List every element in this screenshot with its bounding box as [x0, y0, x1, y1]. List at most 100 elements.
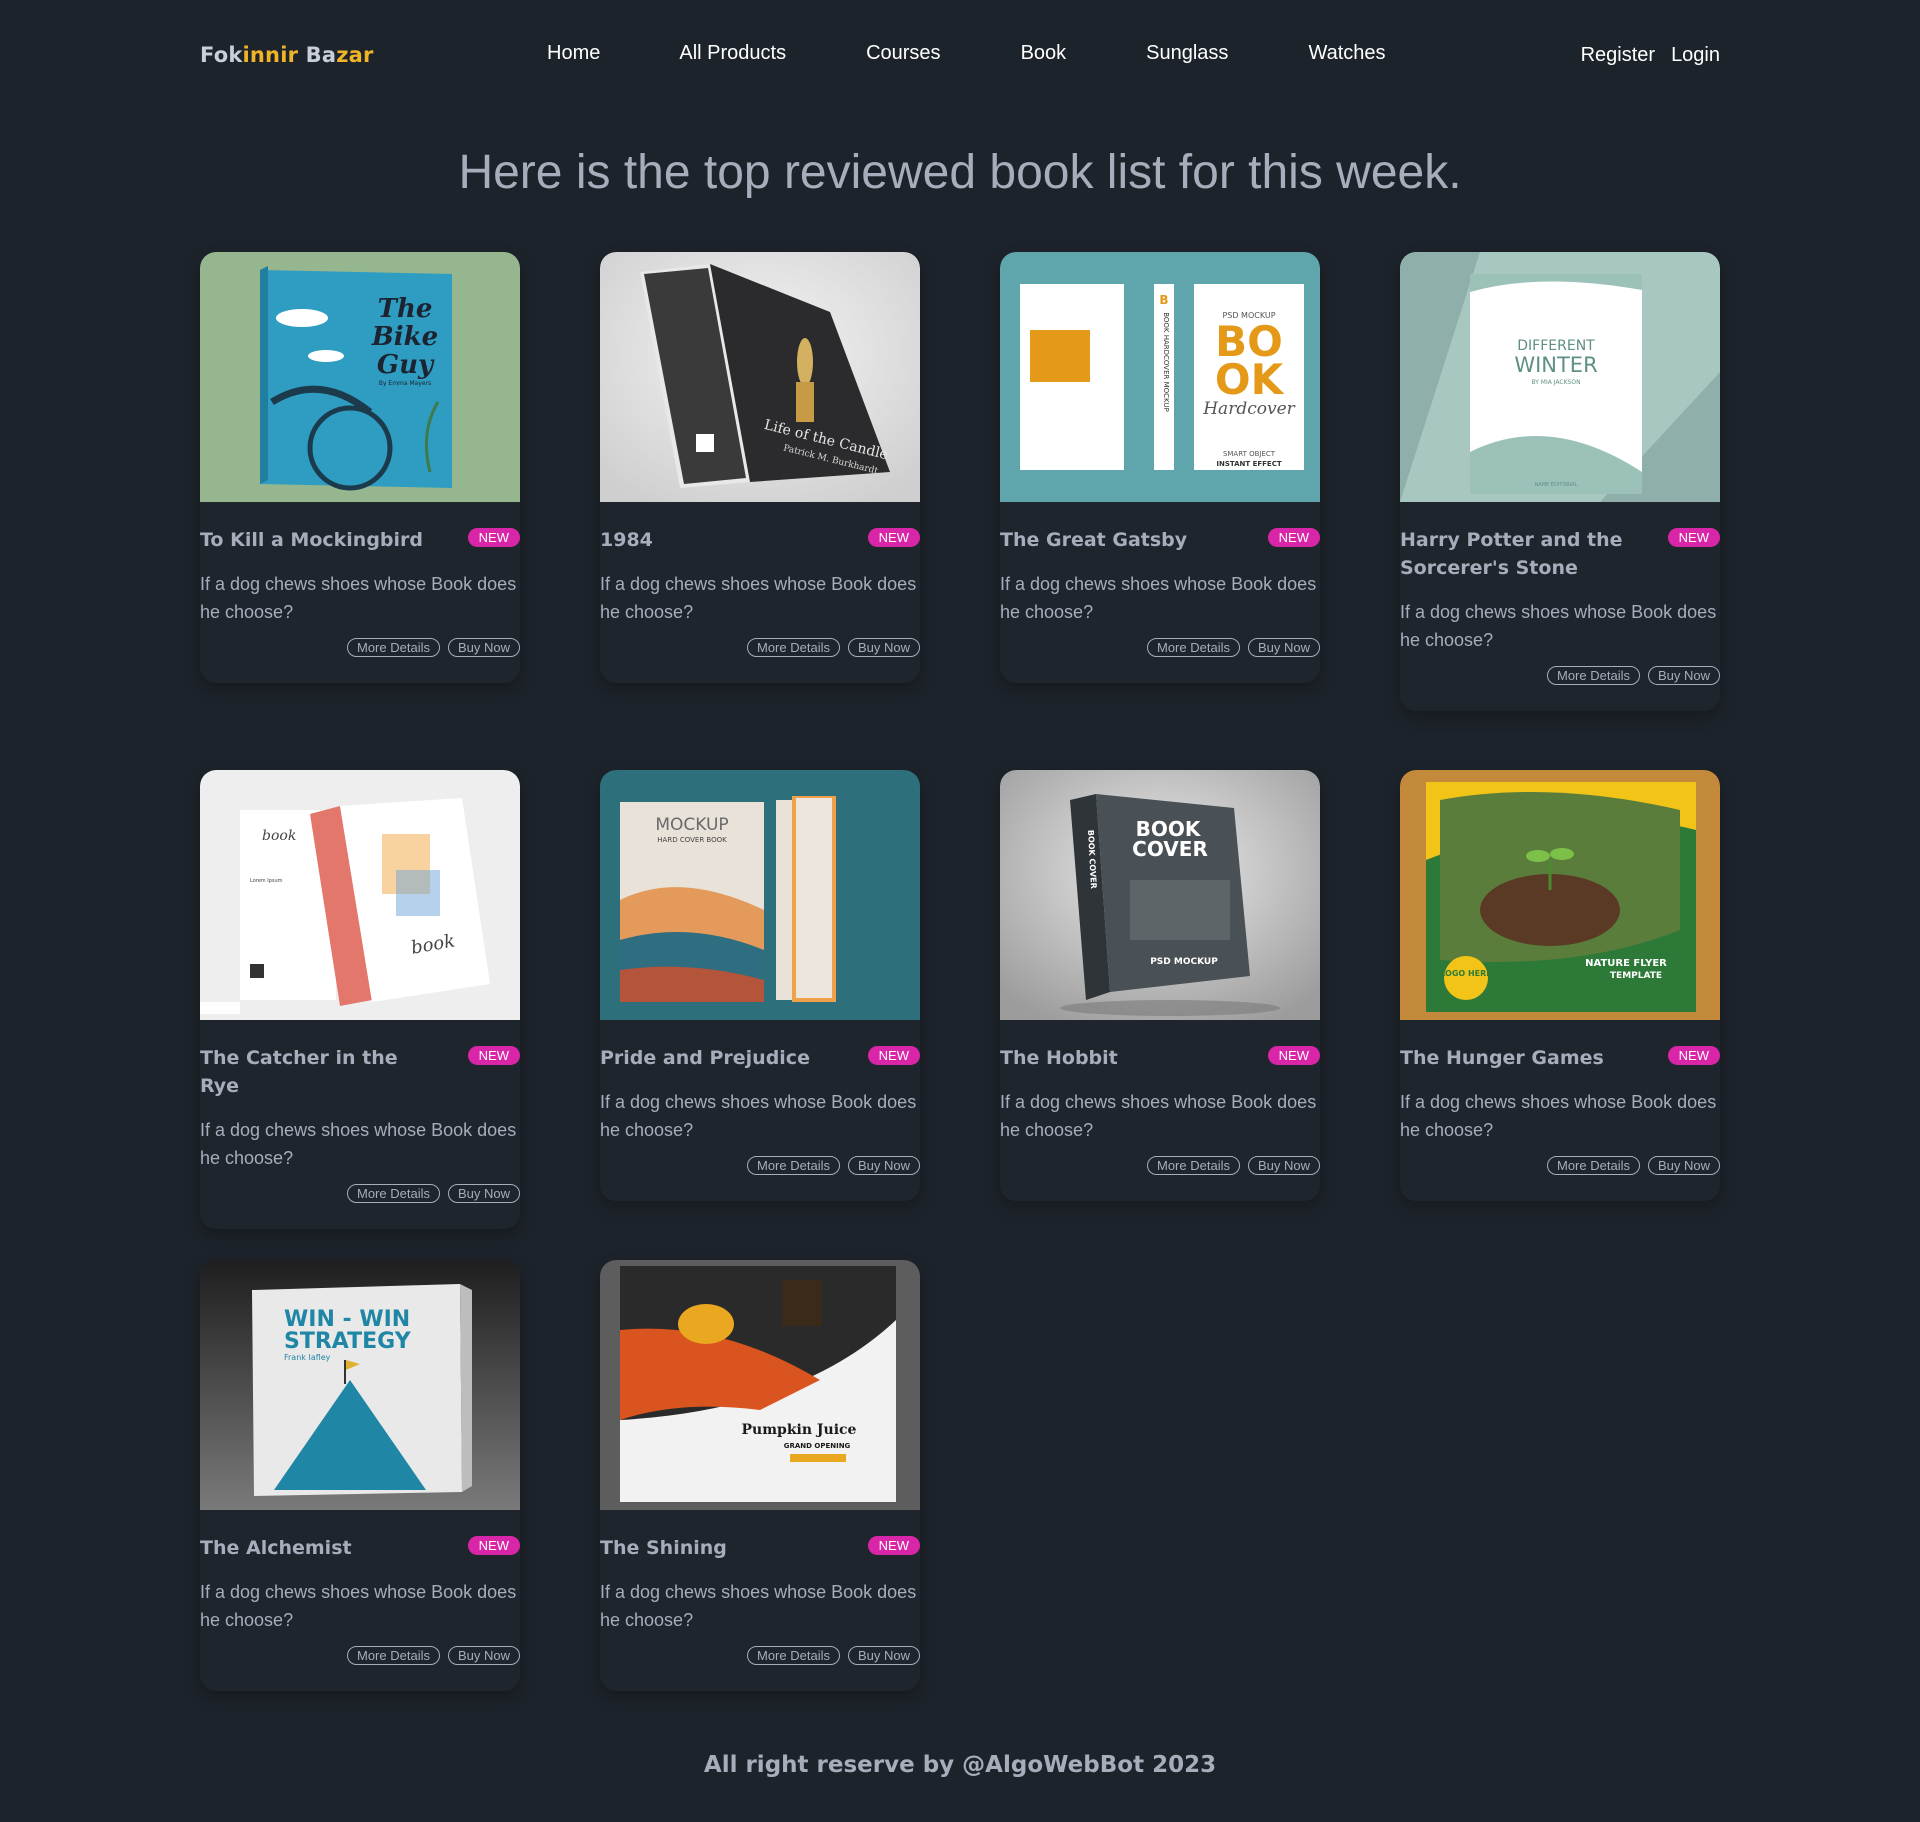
book-cover-image: Pumpkin Juice GRAND OPENING [600, 1260, 920, 1510]
main-nav: Home All Products Courses Book Sunglass … [547, 42, 1386, 65]
book-description: If a dog chews shoes whose Book does he … [200, 574, 517, 622]
book-card: MOCKUP HARD COVER BOOK Pride and Prejudi… [600, 770, 920, 1201]
cover-text-line: MOCKUP [655, 815, 728, 835]
new-badge: NEW [867, 528, 920, 547]
cover-publisher: NAME EDITORIAL [1535, 482, 1578, 488]
book-card: B BOOK HARDCOVER MOCKUP PSD MOCKUP BO OK… [1000, 252, 1320, 683]
cover-author: By Emma Mayers [379, 380, 431, 387]
book-description: If a dog chews shoes whose Book does he … [600, 1092, 917, 1140]
new-badge: NEW [867, 1536, 920, 1555]
book-cover-image: B BOOK HARDCOVER MOCKUP PSD MOCKUP BO OK… [1000, 252, 1320, 502]
book-title: 1984 [600, 529, 653, 551]
new-badge: NEW [1667, 1046, 1720, 1065]
cover-subtitle: HARD COVER BOOK [657, 836, 727, 844]
nav-link-book[interactable]: Book [1021, 42, 1067, 65]
cover-text-line: STRATEGY [284, 1329, 412, 1354]
book-title: The Great Gatsby [1000, 529, 1188, 551]
brand-part-3: Ba [298, 43, 337, 67]
book-cover-image: WIN - WIN STRATEGY Frank Iafley [200, 1260, 520, 1510]
book-description: If a dog chews shoes whose Book does he … [1000, 574, 1317, 622]
book-cover-image: MOCKUP HARD COVER BOOK [600, 770, 920, 1020]
new-badge: NEW [1267, 528, 1320, 547]
book-description: If a dog chews shoes whose Book does he … [1400, 1092, 1717, 1140]
more-details-button[interactable]: More Details [1147, 1156, 1240, 1175]
buy-now-button[interactable]: Buy Now [847, 1156, 920, 1175]
book-description: If a dog chews shoes whose Book does he … [200, 1582, 517, 1630]
book-title: The Alchemist [200, 1537, 352, 1559]
book-title: Pride and Prejudice [600, 1047, 810, 1069]
page-headline: Here is the top reviewed book list for t… [458, 146, 1462, 199]
book-card: Pumpkin Juice GRAND OPENING The Shining … [600, 1260, 920, 1691]
book-title: The Catcher in the Rye [200, 1047, 398, 1097]
new-badge: NEW [1667, 528, 1720, 547]
more-details-button[interactable]: More Details [747, 1646, 840, 1665]
cover-text-line: COVER [1132, 837, 1208, 861]
cover-text-line: Bike [371, 322, 438, 352]
book-title: The Hunger Games [1400, 1047, 1604, 1069]
nav-link-sunglass[interactable]: Sunglass [1146, 42, 1228, 65]
new-badge: NEW [467, 1046, 520, 1065]
cover-text-line: DIFFERENT [1517, 338, 1595, 354]
more-details-button[interactable]: More Details [347, 1646, 440, 1665]
nav-link-all-products[interactable]: All Products [679, 42, 786, 65]
more-details-button[interactable]: More Details [747, 1156, 840, 1175]
more-details-button[interactable]: More Details [347, 638, 440, 657]
more-details-button[interactable]: More Details [1547, 1156, 1640, 1175]
nav-link-home[interactable]: Home [547, 42, 600, 65]
buy-now-button[interactable]: Buy Now [847, 638, 920, 657]
cover-author: BY MIA JACKSON [1531, 379, 1580, 386]
brand-part-4: zar [336, 43, 374, 67]
cover-subtitle: PSD MOCKUP [1150, 957, 1218, 967]
more-details-button[interactable]: More Details [347, 1184, 440, 1203]
cover-spine-text: BOOK HARDCOVER MOCKUP [1162, 312, 1170, 412]
book-description: If a dog chews shoes whose Book does he … [1400, 602, 1717, 650]
cover-subtitle: Hardcover [1202, 399, 1295, 419]
buy-now-button[interactable]: Buy Now [447, 1184, 520, 1203]
book-card: BOOK COVER PSD MOCKUP BOOK COVER The Hob… [1000, 770, 1320, 1201]
cover-subtitle: Lorem Ipsum [250, 878, 283, 884]
cover-text-line: Guy [377, 350, 435, 380]
nav-link-courses[interactable]: Courses [866, 42, 940, 65]
register-link[interactable]: Register [1581, 44, 1655, 67]
buy-now-button[interactable]: Buy Now [847, 1646, 920, 1665]
buy-now-button[interactable]: Buy Now [1647, 1156, 1720, 1175]
cover-text-extra: INSTANT EFFECT [1216, 460, 1281, 468]
buy-now-button[interactable]: Buy Now [447, 638, 520, 657]
cover-author: Frank Iafley [284, 1353, 331, 1362]
cover-text-extra: SMART OBJECT [1223, 450, 1276, 458]
book-card: Life of the Candle Patrick M. Burkhardt … [600, 252, 920, 683]
book-cover-image: book Lorem Ipsum book [200, 770, 520, 1020]
brand-part-2: innir [242, 43, 299, 67]
book-card: DIFFERENT WINTER BY MIA JACKSON NAME EDI… [1400, 252, 1720, 711]
more-details-button[interactable]: More Details [747, 638, 840, 657]
book-description: If a dog chews shoes whose Book does he … [600, 574, 917, 622]
more-details-button[interactable]: More Details [1547, 666, 1640, 685]
login-link[interactable]: Login [1671, 44, 1720, 67]
book-cover-image: BOOK COVER PSD MOCKUP BOOK COVER [1000, 770, 1320, 1020]
nav-link-watches[interactable]: Watches [1308, 42, 1385, 65]
cover-text-line: OK [1215, 355, 1285, 404]
buy-now-button[interactable]: Buy Now [1247, 638, 1320, 657]
cover-subtitle: GRAND OPENING [784, 1442, 851, 1450]
new-badge: NEW [467, 1536, 520, 1555]
new-badge: NEW [867, 1046, 920, 1065]
book-card: The Bike Guy By Emma Mayers To Kill a Mo… [200, 252, 520, 683]
book-card: LOGO HERE NATURE FLYER TEMPLATE The Hung… [1400, 770, 1720, 1201]
svg-text:B: B [1159, 293, 1168, 307]
new-badge: NEW [1267, 1046, 1320, 1065]
buy-now-button[interactable]: Buy Now [1647, 666, 1720, 685]
book-card: WIN - WIN STRATEGY Frank Iafley The Alch… [200, 1260, 520, 1691]
book-cover-image: LOGO HERE NATURE FLYER TEMPLATE [1400, 770, 1720, 1020]
buy-now-button[interactable]: Buy Now [1247, 1156, 1320, 1175]
more-details-button[interactable]: More Details [1147, 638, 1240, 657]
book-description: If a dog chews shoes whose Book does he … [1000, 1092, 1317, 1140]
book-title: The Shining [600, 1537, 727, 1559]
buy-now-button[interactable]: Buy Now [447, 1646, 520, 1665]
book-cover-image: Life of the Candle Patrick M. Burkhardt [600, 252, 920, 502]
brand-part-1: Fok [200, 43, 243, 67]
book-cover-image: DIFFERENT WINTER BY MIA JACKSON NAME EDI… [1400, 252, 1720, 502]
cover-text-line: book [262, 828, 296, 844]
book-title: The Hobbit [1000, 1047, 1118, 1069]
book-description: If a dog chews shoes whose Book does he … [600, 1582, 917, 1630]
brand-logo[interactable]: Fokinnir Bazar [200, 43, 374, 67]
